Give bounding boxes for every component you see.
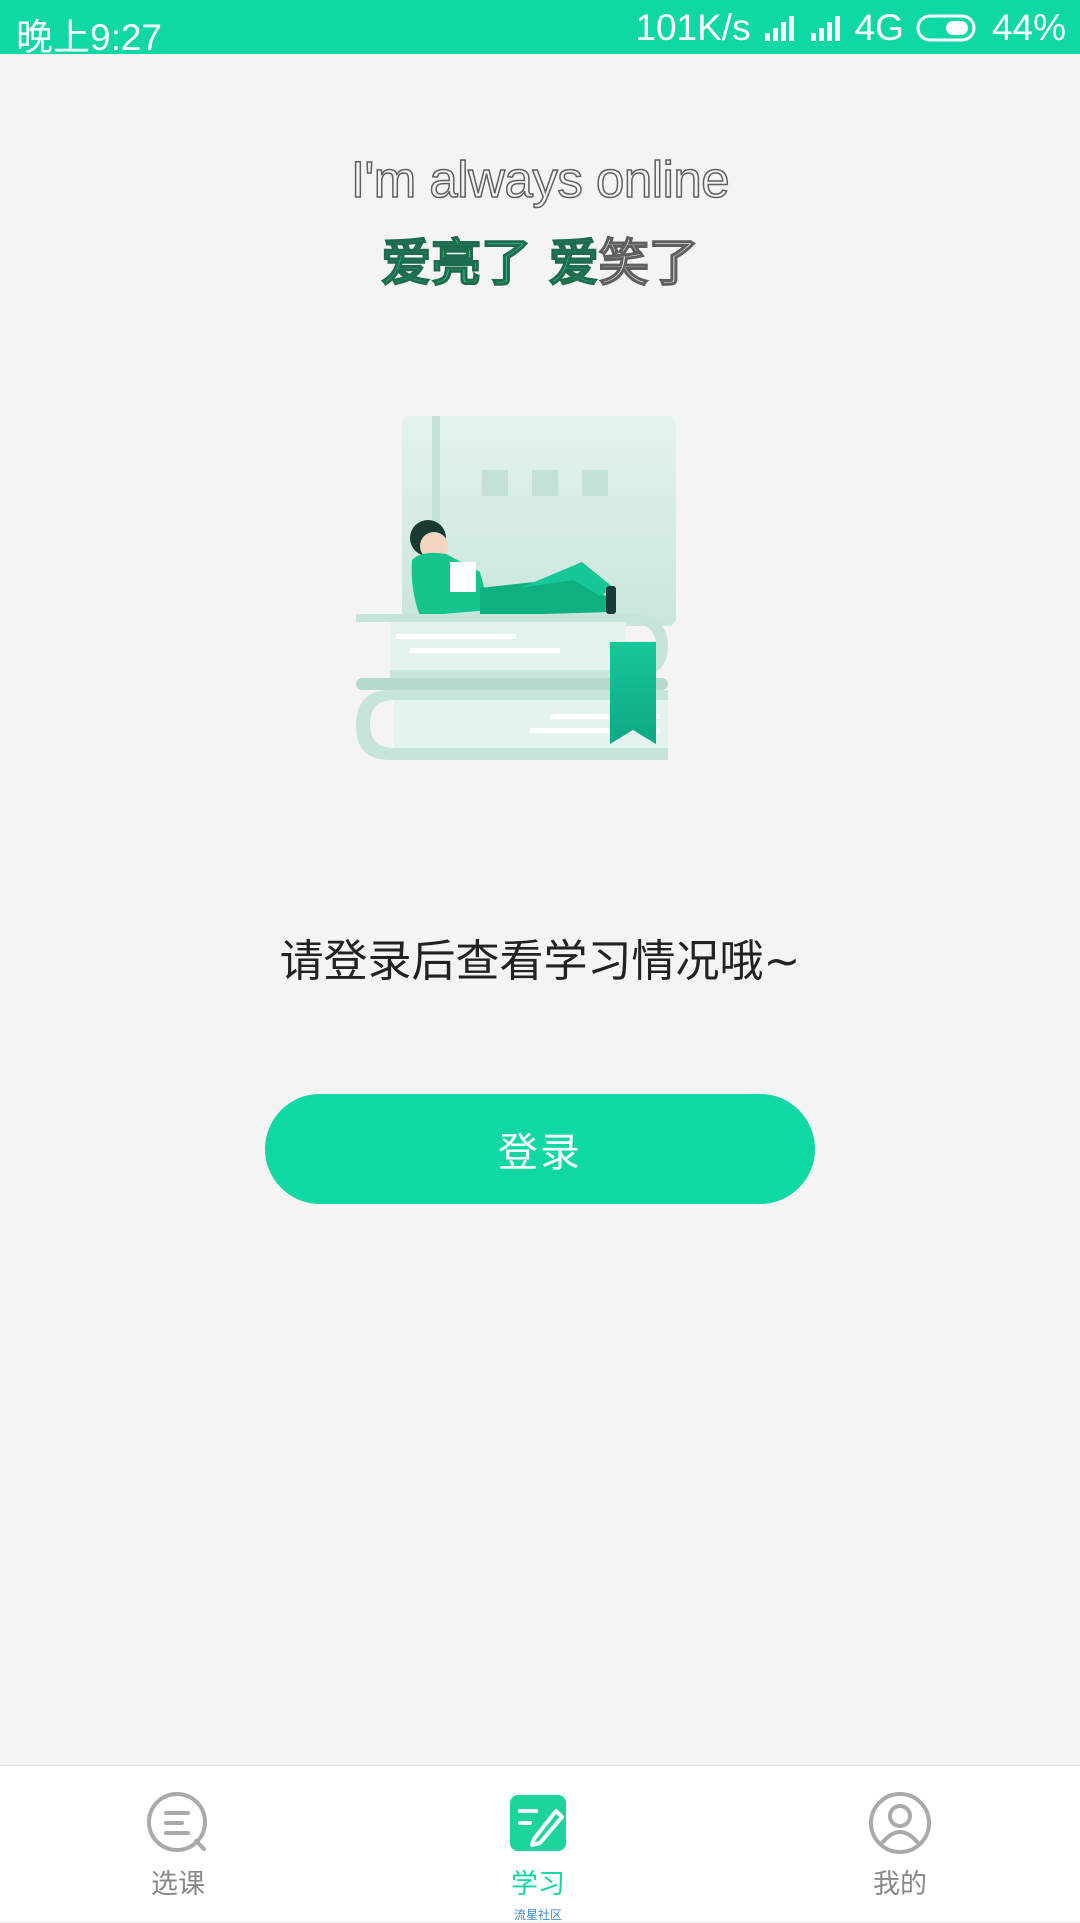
signal-icon — [764, 16, 794, 41]
tab-courses-label: 选课 — [151, 1869, 205, 1900]
bottom-tab-bar: 选课 学习 流星社区 我的 — [0, 1765, 1080, 1922]
user-icon — [869, 1792, 931, 1854]
tab-study-sublabel: 流星社区 — [513, 1908, 562, 1922]
slogan: I'm always online 爱亮了 爱笑了 — [0, 150, 1080, 295]
tab-study-label: 学习 — [511, 1869, 565, 1900]
slogan-english: I'm always online — [350, 150, 730, 209]
network-type: 4G — [854, 7, 904, 48]
login-button[interactable]: 登录 — [265, 1094, 815, 1204]
slogan-chinese-outline: 笑了 — [598, 233, 700, 293]
chat-list-icon — [147, 1792, 207, 1852]
slogan-chinese: 爱亮了 爱笑了 — [0, 223, 1080, 295]
tab-courses[interactable]: 选课 — [78, 1766, 278, 1921]
battery-icon — [916, 13, 980, 43]
status-bar: 晚上9:27 101K/s 4G 44% — [0, 0, 1080, 58]
network-speed: 101K/s — [635, 7, 751, 48]
reading-illustration — [356, 416, 676, 760]
edit-note-icon — [510, 1795, 566, 1851]
battery-percent: 44% — [991, 7, 1066, 48]
tab-mine[interactable]: 我的 — [800, 1766, 1000, 1921]
slogan-chinese-green: 爱亮了 爱 — [381, 233, 600, 293]
tab-study[interactable]: 学习 流星社区 — [438, 1766, 638, 1922]
login-prompt-message: 请登录后查看学习情况哦~ — [279, 936, 801, 987]
signal-icon-2 — [810, 16, 840, 41]
status-right-group: 101K/s 4G 44% — [635, 7, 1066, 49]
status-time: 晚上9:27 — [16, 17, 163, 58]
tab-mine-label: 我的 — [873, 1869, 927, 1900]
